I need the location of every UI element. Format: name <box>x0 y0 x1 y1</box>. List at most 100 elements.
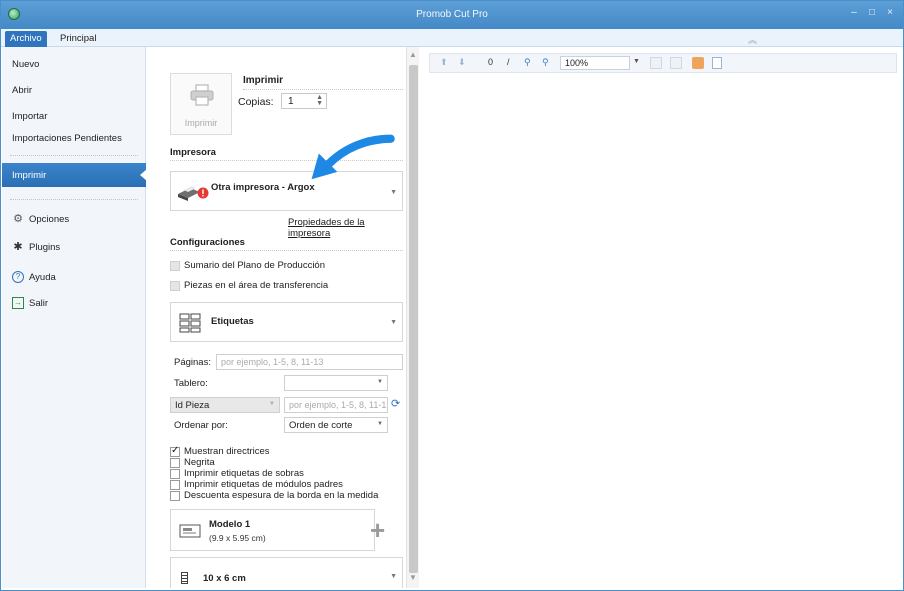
checkbox[interactable] <box>170 479 180 490</box>
label-model-icon <box>179 524 201 538</box>
page-separator: / <box>507 57 510 67</box>
spin-arrows-icon[interactable]: ▲ ▼ <box>316 94 323 107</box>
pages-input[interactable]: por ejemplo, 1-5, 8, 11-13 <box>216 354 403 370</box>
maximize-button[interactable]: □ <box>867 7 877 18</box>
sidebar-item-label: Opciones <box>29 213 70 225</box>
labels-grid-icon <box>179 313 201 333</box>
pages-label: Páginas: <box>174 357 211 368</box>
chevron-down-icon[interactable]: ▼ <box>633 58 640 65</box>
id-piece-value: Id Pieza <box>175 400 210 411</box>
checkbox[interactable] <box>170 445 180 457</box>
option-leftover-labels[interactable]: Imprimir etiquetas de sobras <box>170 468 304 479</box>
order-label: Ordenar por: <box>174 420 228 431</box>
label-model-select[interactable]: Modelo 1 (9.9 x 5.95 cm) <box>170 509 375 551</box>
checkbox[interactable] <box>170 260 180 271</box>
copies-stepper[interactable]: 1 ▲ ▼ <box>281 93 327 109</box>
scroll-up-icon[interactable]: ▲ <box>409 50 417 59</box>
arrow-down-icon[interactable]: ⬇ <box>458 57 466 68</box>
scroll-down-icon[interactable]: ▼ <box>409 573 417 582</box>
production-summary-option[interactable]: Sumario del Plano de Producción <box>170 260 325 271</box>
zoom-in-icon[interactable]: ⚲ <box>524 57 531 68</box>
option-label: Sumario del Plano de Producción <box>184 260 326 271</box>
option-guidelines[interactable]: Muestran directrices <box>170 445 270 457</box>
printer-selected-value: Otra impresora - Argox <box>211 182 315 193</box>
option-bold[interactable]: Negrita <box>170 457 215 468</box>
chevron-down-icon: ▼ <box>390 189 397 196</box>
print-type-select[interactable]: Etiquetas ▼ <box>170 302 403 342</box>
fit-width-icon[interactable] <box>670 57 682 69</box>
print-button[interactable]: Imprimir <box>170 73 232 135</box>
arrow-up-icon[interactable]: ⬆ <box>440 57 448 68</box>
sidebar-item-importaciones-pendientes[interactable]: Importaciones Pendientes <box>12 133 122 144</box>
model-name: Modelo 1 <box>209 519 251 530</box>
clipboard-pieces-option[interactable]: Piezas en el área de transferencia <box>170 280 328 291</box>
board-select[interactable]: ▼ <box>284 375 388 391</box>
sidebar-item-importar[interactable]: Importar <box>12 111 47 122</box>
preview-toolbar: ⬆ ⬇ 0 / ⚲ ⚲ 100% ▼ <box>429 53 897 73</box>
sidebar-item-imprimir[interactable]: Imprimir <box>2 163 147 187</box>
sidebar-item-nuevo[interactable]: Nuevo <box>12 59 39 70</box>
hand-tool-icon[interactable] <box>692 57 704 69</box>
option-label: Imprimir etiquetas de sobras <box>184 468 304 479</box>
sidebar-item-label: Ayuda <box>29 271 56 283</box>
chevron-down-icon: ▼ <box>377 379 383 385</box>
zoom-select[interactable]: 100% <box>560 56 630 70</box>
checkbox[interactable] <box>170 280 180 291</box>
document-icon[interactable] <box>712 57 722 69</box>
chevron-down-icon: ▼ <box>377 421 383 427</box>
label-size-value: 10 x 6 cm <box>203 573 246 584</box>
sidebar-item-salir[interactable]: → Salir <box>12 297 48 309</box>
tab-principal[interactable]: Principal <box>55 31 101 47</box>
add-model-icon[interactable]: + <box>370 517 385 543</box>
board-label: Tablero: <box>174 378 208 389</box>
chevron-down-icon: ▼ <box>269 401 275 407</box>
label-size-icon <box>181 572 188 584</box>
menu-bar: Archivo Principal ︽ <box>1 29 903 47</box>
sidebar-item-opciones[interactable]: ⚙ Opciones <box>12 213 69 225</box>
gear-icon: ⚙ <box>13 213 23 225</box>
close-button[interactable]: × <box>885 7 895 18</box>
backstage-sidebar: Nuevo Abrir Importar Importaciones Pendi… <box>2 47 147 588</box>
printer-properties-link[interactable]: Propiedades de la impresora <box>288 217 407 239</box>
help-icon: ? <box>12 271 24 283</box>
order-select[interactable]: Orden de corte ▼ <box>284 417 388 433</box>
copies-value: 1 <box>288 96 294 107</box>
option-edge-thickness[interactable]: Descuenta espesura de la borda en la med… <box>170 490 378 501</box>
model-size: (9.9 x 5.95 cm) <box>209 533 266 543</box>
sidebar-item-label: Salir <box>29 297 49 309</box>
print-button-label: Imprimir <box>184 118 218 128</box>
id-range-input[interactable]: por ejemplo, 1-5, 8, 11-13 <box>284 397 388 413</box>
minimize-button[interactable]: – <box>849 7 859 18</box>
checkbox[interactable] <box>170 457 180 468</box>
sidebar-item-ayuda[interactable]: ? Ayuda <box>12 271 56 283</box>
tab-archivo[interactable]: Archivo <box>5 31 47 47</box>
checkbox[interactable] <box>170 468 180 479</box>
page-number[interactable]: 0 <box>488 57 493 67</box>
checkbox[interactable] <box>170 490 180 501</box>
id-piece-select[interactable]: Id Pieza ▼ <box>170 397 280 413</box>
zoom-out-icon[interactable]: ⚲ <box>542 57 549 68</box>
scroll-thumb[interactable] <box>409 65 418 573</box>
divider <box>170 250 403 251</box>
sidebar-item-plugins[interactable]: ✱ Plugins <box>12 241 60 253</box>
collapse-ribbon-icon[interactable]: ︽ <box>748 33 757 46</box>
option-parent-module-labels[interactable]: Imprimir etiquetas de módulos padres <box>170 479 343 490</box>
sidebar-item-abrir[interactable]: Abrir <box>12 85 32 96</box>
print-type-value: Etiquetas <box>211 316 254 327</box>
settings-scrollbar[interactable]: ▲ ▼ <box>406 47 419 588</box>
title-bar: Promob Cut Pro – □ × <box>1 1 903 29</box>
label-size-select[interactable]: 10 x 6 cm ▼ <box>170 557 403 588</box>
sidebar-divider <box>10 155 138 156</box>
print-title: Imprimir <box>243 75 284 86</box>
app-window: Promob Cut Pro – □ × Archivo Principal ︽… <box>0 0 904 591</box>
option-label: Descuenta espesura de la borda en la med… <box>184 490 379 501</box>
fit-page-icon[interactable] <box>650 57 662 69</box>
print-preview-panel: ⬆ ⬇ 0 / ⚲ ⚲ 100% ▼ <box>419 47 903 588</box>
config-section-title: Configuraciones <box>170 237 245 248</box>
refresh-icon[interactable]: ⟳ <box>391 397 400 410</box>
option-label: Piezas en el área de transferencia <box>184 280 329 291</box>
divider <box>243 89 403 90</box>
order-value: Orden de corte <box>289 420 353 431</box>
window-controls: – □ × <box>849 7 895 18</box>
exit-icon: → <box>12 297 24 309</box>
